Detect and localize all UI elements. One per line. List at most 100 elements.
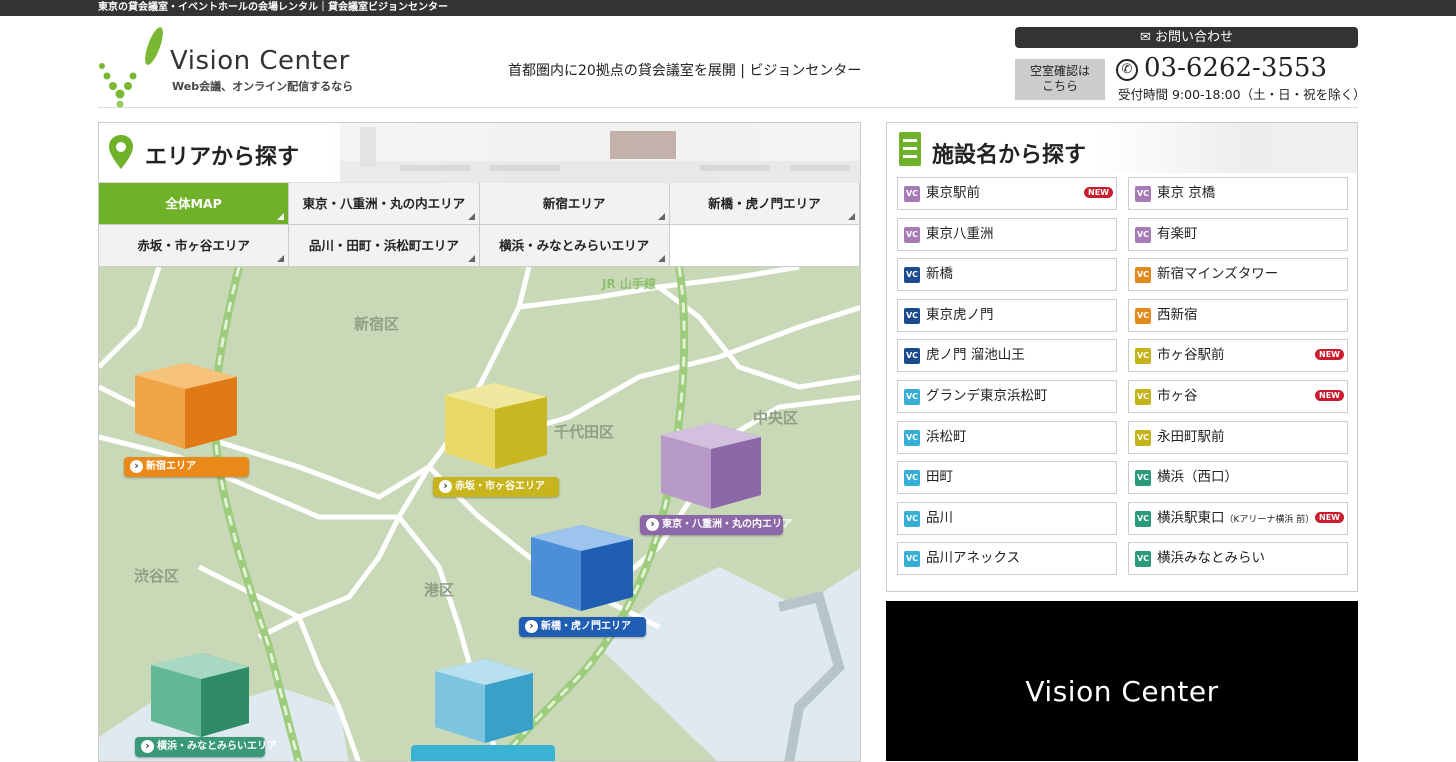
facility-name: 田町 xyxy=(926,469,953,486)
facility-item[interactable]: VC 新宿マインズタワー xyxy=(1128,258,1348,292)
facility-item[interactable]: VC 虎ノ門 溜池山王 xyxy=(897,339,1117,373)
facility-name: 永田町駅前 xyxy=(1157,428,1225,445)
facility-item[interactable]: VC 東京駅前 NEW xyxy=(897,177,1117,210)
facility-item[interactable]: VC 東京八重洲 xyxy=(897,217,1117,251)
shinagawa-area-link[interactable] xyxy=(411,745,555,761)
facility-name: 虎ノ門 溜池山王 xyxy=(926,347,1025,364)
vacancy-check-button[interactable]: 空室確認は こちら xyxy=(1015,59,1105,100)
vc-badge-icon: VC xyxy=(1135,389,1151,405)
facility-name: 東京虎ノ門 xyxy=(926,306,994,323)
facility-item[interactable]: VC 新橋 xyxy=(897,258,1117,292)
area-panel-title: エリアから探す xyxy=(145,145,300,170)
vc-badge-icon: VC xyxy=(1135,186,1151,202)
facility-item[interactable]: VC 横浜みなとみらい xyxy=(1128,542,1348,576)
facility-item[interactable]: VC 東京虎ノ門 xyxy=(897,298,1117,332)
map-pin-icon xyxy=(109,135,133,169)
list-icon xyxy=(899,132,921,166)
facility-item[interactable]: VC 市ヶ谷駅前 NEW xyxy=(1128,339,1348,373)
vc-badge-icon: VC xyxy=(1135,551,1151,568)
facility-name: 品川アネックス xyxy=(926,550,1021,567)
ward-shibuya: 渋谷区 xyxy=(134,567,180,585)
shinbashi-area-link[interactable]: 新橋・虎ノ門エリア xyxy=(519,617,646,637)
facility-item[interactable]: VC 市ヶ谷 NEW xyxy=(1128,380,1348,413)
facility-name: 東京 京橋 xyxy=(1157,185,1216,201)
logo-subtitle: Web会議、オンライン配信するなら xyxy=(172,80,354,93)
tokyo-building-icon[interactable] xyxy=(661,423,761,509)
top-bar: 東京の貸会議室・イベントホールの会場レンタル｜貸会議室ビジョンセンター xyxy=(0,0,1456,16)
yokohama-building-icon[interactable] xyxy=(151,653,249,737)
facility-name: 西新宿 xyxy=(1157,306,1198,323)
facility-note: （Kアリーナ横浜 前） xyxy=(1224,514,1315,525)
facility-item[interactable]: VC 永田町駅前 xyxy=(1128,420,1348,454)
facility-name: 浜松町 xyxy=(926,428,967,445)
tab-shinbashi-toranomon[interactable]: 新橋・虎ノ門エリア xyxy=(669,183,860,225)
vc-badge-icon: VC xyxy=(904,267,920,284)
new-badge: NEW xyxy=(1315,390,1344,401)
vc-badge-icon: VC xyxy=(904,510,920,527)
facility-item[interactable]: VC グランデ東京浜松町 xyxy=(897,380,1117,413)
vc-badge-icon: VC xyxy=(1135,348,1151,365)
vc-badge-icon: VC xyxy=(1135,267,1151,284)
tab-tokyo-yaesu-marunouchi[interactable]: 東京・八重洲・丸の内エリア xyxy=(289,183,480,225)
tokyo-area-link[interactable]: 東京・八重洲・丸の内エリア xyxy=(640,515,792,535)
facility-name: 横浜駅東口 xyxy=(1157,509,1225,526)
facility-item[interactable]: VC 東京 京橋 xyxy=(1128,177,1348,210)
facility-name: 東京八重洲 xyxy=(926,225,994,242)
ward-chiyoda: 千代田区 xyxy=(554,423,615,441)
facility-name: 有楽町 xyxy=(1157,225,1198,242)
yokohama-area-link[interactable]: 横浜・みなとみらいエリア xyxy=(135,737,277,757)
new-badge: NEW xyxy=(1315,349,1344,361)
akasaka-building-icon[interactable] xyxy=(445,383,547,469)
facility-name: グランデ東京浜松町 xyxy=(926,388,1048,404)
new-badge: NEW xyxy=(1315,511,1344,523)
meeting-room-photo xyxy=(340,123,860,183)
facility-search-panel: 施設名から探す VC 東京駅前 NEW VC 東京 京橋 VC 東京八重洲 VC 有楽町 VC 新橋… xyxy=(886,122,1358,592)
facility-item[interactable]: VC 田町 xyxy=(897,461,1117,495)
facility-item[interactable]: VC 浜松町 xyxy=(897,420,1117,454)
site-header: Vision Center Web会議、オンライン配信するなら 首都圏内に20拠… xyxy=(98,16,1366,110)
tab-empty xyxy=(669,225,860,267)
ward-shinjuku: 新宿区 xyxy=(354,315,400,333)
contact-button[interactable]: ✉ お問い合わせ xyxy=(1015,27,1358,48)
facility-item[interactable]: VC 品川アネックス xyxy=(897,542,1117,576)
tab-yokohama-minatomirai[interactable]: 横浜・みなとみらいエリア xyxy=(479,225,670,267)
facility-item[interactable]: VC 西新宿 xyxy=(1128,298,1348,332)
phone-icon: ✆ xyxy=(1116,59,1138,81)
contact-label: お問い合わせ xyxy=(1155,30,1234,45)
jr-yamanote-line-label: JR 山手線 xyxy=(602,277,656,291)
facility-name: 市ヶ谷駅前 xyxy=(1157,347,1225,364)
vc-badge-icon: VC xyxy=(904,389,920,405)
area-panel-header: エリアから探す xyxy=(99,123,860,183)
phone-text: 03-6262-3553 xyxy=(1144,53,1327,83)
tab-akasaka-ichigaya[interactable]: 赤坂・市ヶ谷エリア xyxy=(99,225,290,267)
video-title: Vision Center xyxy=(1025,675,1219,708)
akasaka-area-link[interactable]: 赤坂・市ヶ谷エリア xyxy=(433,477,559,497)
promo-video[interactable]: Vision Center xyxy=(886,601,1358,761)
new-badge: NEW xyxy=(1084,187,1113,198)
vc-badge-icon: VC xyxy=(904,307,920,324)
shinbashi-building-icon[interactable] xyxy=(531,525,633,611)
facility-item[interactable]: VC 品川 xyxy=(897,501,1117,535)
vision-center-logo-icon[interactable] xyxy=(98,26,164,110)
tab-shinjuku[interactable]: 新宿エリア xyxy=(479,183,670,225)
vc-badge-icon: VC xyxy=(1135,470,1151,487)
vc-badge-icon: VC xyxy=(904,470,920,487)
logo-title[interactable]: Vision Center xyxy=(170,46,350,76)
shinagawa-building-icon[interactable] xyxy=(435,659,533,743)
facility-name: 横浜（西口） xyxy=(1157,469,1238,486)
ward-minato: 港区 xyxy=(424,581,455,599)
facility-item[interactable]: VC 横浜駅東口（Kアリーナ横浜 前） NEW xyxy=(1128,501,1348,535)
shinjuku-area-link[interactable]: 新宿エリア xyxy=(124,457,249,477)
facility-panel-header: 施設名から探す xyxy=(887,123,1357,173)
vc-badge-icon: VC xyxy=(904,551,920,568)
site-tagline: 首都圏内に20拠点の貸会議室を展開 | ビジョンセンター xyxy=(508,63,862,79)
shinjuku-building-icon[interactable] xyxy=(135,363,237,449)
facility-item[interactable]: VC 有楽町 xyxy=(1128,217,1348,251)
phone-number[interactable]: ✆ 03-6262-3553 xyxy=(1116,53,1327,83)
tab-shinagawa-tamachi-hamamatsucho[interactable]: 品川・田町・浜松町エリア xyxy=(289,225,480,267)
vc-badge-icon: VC xyxy=(1135,429,1151,446)
vc-badge-icon: VC xyxy=(904,226,920,243)
facility-name: 市ヶ谷 xyxy=(1157,388,1198,404)
tab-all-map[interactable]: 全体MAP xyxy=(99,183,290,225)
facility-item[interactable]: VC 横浜（西口） xyxy=(1128,461,1348,495)
